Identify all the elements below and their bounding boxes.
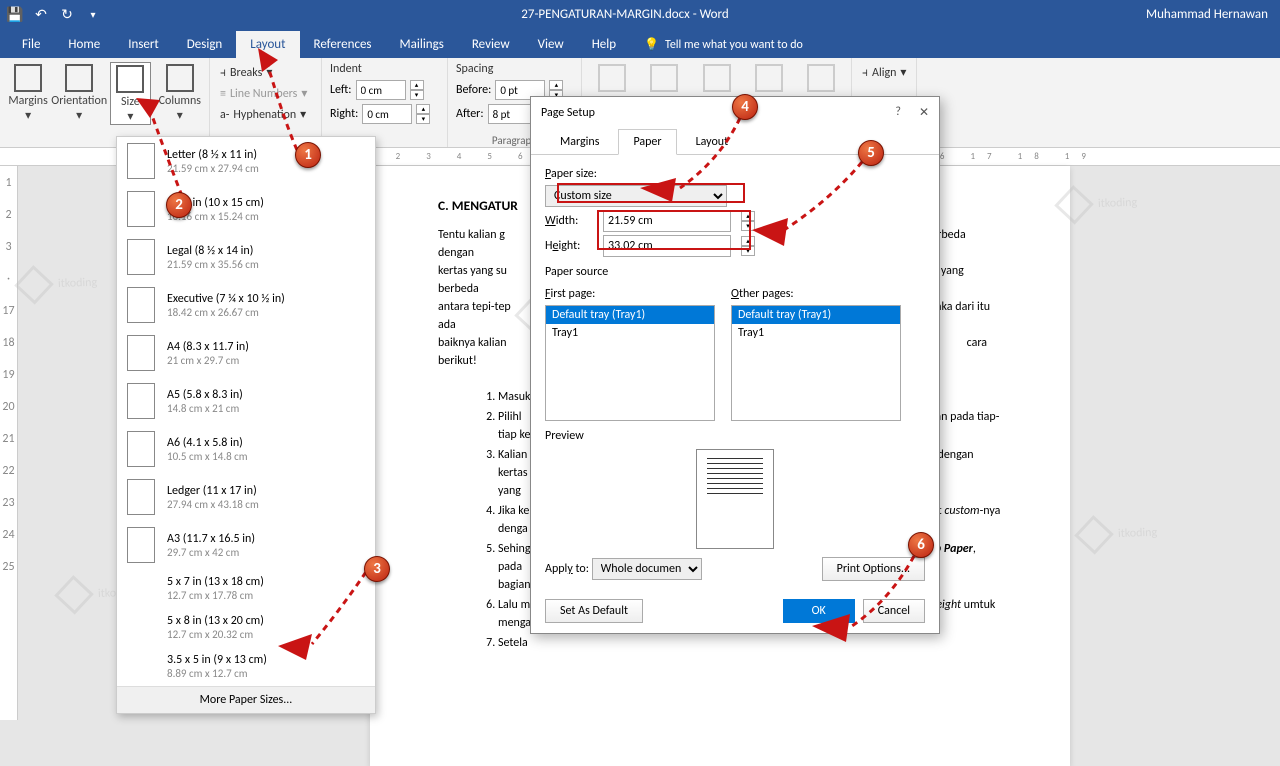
height-input[interactable] (603, 235, 731, 257)
qat-more-icon[interactable]: ▾ (82, 3, 104, 25)
paper-size-label: Paper size: (545, 167, 925, 181)
align-button[interactable]: ⫞ Align ▾ (860, 62, 908, 83)
tab-insert[interactable]: Insert (114, 31, 173, 58)
indent-right-label: Right: (330, 107, 358, 121)
spacing-label: Spacing (456, 62, 573, 76)
selection-pane-button[interactable] (799, 62, 843, 94)
indent-left-input[interactable] (356, 80, 406, 100)
bulb-icon: 💡 (644, 37, 659, 52)
tell-me[interactable]: 💡Tell me what you want to do (630, 31, 817, 58)
width-label: Width: (545, 214, 593, 228)
size-option[interactable]: Ledger (11 x 17 in)27.94 cm x 43.18 cm (117, 473, 375, 521)
size-option[interactable]: A6 (4.1 x 5.8 in)10.5 cm x 14.8 cm (117, 425, 375, 473)
save-icon[interactable]: 💾 (4, 3, 26, 25)
ok-button[interactable]: OK (783, 599, 855, 623)
size-option[interactable]: 5 x 7 in (13 x 18 cm)12.7 cm x 17.78 cm (117, 569, 375, 608)
tab-mailings[interactable]: Mailings (386, 31, 458, 58)
wrap-text-button[interactable] (642, 62, 686, 94)
other-pages-list[interactable]: Default tray (Tray1)Tray1 (731, 305, 901, 421)
tab-references[interactable]: References (300, 31, 386, 58)
undo-icon[interactable]: ↶ (30, 3, 52, 25)
cancel-button[interactable]: Cancel (863, 599, 925, 623)
indent-left-label: Left: (330, 83, 352, 97)
first-page-list[interactable]: Default tray (Tray1)Tray1 (545, 305, 715, 421)
paper-size-select[interactable]: Custom size (545, 185, 727, 207)
tab-view[interactable]: View (524, 31, 578, 58)
callout-1: 1 (295, 142, 321, 168)
line-numbers-button[interactable]: ≡ Line Numbers ▾ (218, 83, 313, 104)
callout-2: 2 (166, 192, 192, 218)
callout-5: 5 (858, 140, 884, 166)
spin-down-icon[interactable]: ▾ (410, 90, 424, 100)
size-option[interactable]: 5 x 8 in (13 x 20 cm)12.7 cm x 20.32 cm (117, 608, 375, 647)
tab-design[interactable]: Design (173, 31, 236, 58)
paper-source-label: Paper source (545, 265, 925, 279)
height-label: Height: (545, 239, 593, 253)
hyphenation-button[interactable]: a- Hyphenation ▾ (218, 104, 313, 125)
size-option[interactable]: Letter (8 ½ x 11 in)21.59 cm x 27.94 cm (117, 137, 375, 185)
tab-file[interactable]: File (8, 31, 54, 58)
help-icon[interactable]: ? (895, 105, 901, 120)
bring-forward-button[interactable] (694, 62, 738, 94)
apply-to-select[interactable]: Whole document (592, 558, 702, 580)
position-button[interactable] (590, 62, 634, 94)
dlg-tab-margins[interactable]: Margins (545, 129, 614, 155)
columns-button[interactable]: Columns▾ (159, 62, 201, 123)
size-button[interactable]: Size▾ (110, 62, 150, 125)
size-option[interactable]: A4 (8.3 x 11.7 in)21 cm x 29.7 cm (117, 329, 375, 377)
other-pages-label: Other pages: (731, 287, 901, 301)
set-default-button[interactable]: Set As Default (545, 599, 643, 623)
close-icon[interactable]: ✕ (919, 105, 929, 120)
dialog-title: Page Setup (541, 106, 595, 120)
print-options-button[interactable]: Print Options... (822, 557, 925, 581)
callout-4: 4 (732, 94, 758, 120)
indent-right-input[interactable] (362, 104, 412, 124)
size-option[interactable]: A3 (11.7 x 16.5 in)29.7 cm x 42 cm (117, 521, 375, 569)
more-paper-sizes[interactable]: More Paper Sizes... (117, 686, 375, 713)
size-option[interactable]: Legal (8 ½ x 14 in)21.59 cm x 35.56 cm (117, 233, 375, 281)
size-option[interactable]: Executive (7 ¼ x 10 ½ in)18.42 cm x 26.6… (117, 281, 375, 329)
callout-3: 3 (364, 556, 390, 582)
dlg-tab-paper[interactable]: Paper (618, 129, 676, 155)
size-option[interactable]: 4 x 6 in (10 x 15 cm)10.16 cm x 15.24 cm (117, 185, 375, 233)
orientation-button[interactable]: Orientation▾ (56, 62, 102, 123)
tab-layout[interactable]: Layout (236, 31, 299, 58)
callout-6: 6 (908, 532, 934, 558)
page-setup-dialog: Page Setup ? ✕ Margins Paper Layout Paper… (530, 96, 940, 634)
breaks-button[interactable]: ⫞ Breaks ▾ (218, 62, 313, 83)
after-label: After: (456, 107, 484, 121)
tab-help[interactable]: Help (578, 31, 630, 58)
indent-label: Indent (330, 62, 439, 76)
margins-button[interactable]: Margins▾ (8, 62, 48, 123)
dlg-tab-layout[interactable]: Layout (681, 129, 744, 155)
send-backward-button[interactable] (747, 62, 791, 94)
tab-review[interactable]: Review (458, 31, 524, 58)
tab-home[interactable]: Home (54, 31, 114, 58)
size-option[interactable]: 3.5 x 5 in (9 x 13 cm)8.89 cm x 12.7 cm (117, 647, 375, 686)
before-label: Before: (456, 83, 491, 97)
paper-size-menu: Letter (8 ½ x 11 in)21.59 cm x 27.94 cm4… (116, 136, 376, 714)
redo-icon[interactable]: ↻ (56, 3, 78, 25)
apply-to-label: Apply to: (545, 562, 589, 576)
size-option[interactable]: A5 (5.8 x 8.3 in)14.8 cm x 21 cm (117, 377, 375, 425)
preview-image (696, 449, 774, 549)
first-page-label: First page: (545, 287, 715, 301)
vertical-ruler[interactable]: 123·171819202122232425 (0, 166, 18, 720)
spin-up-icon[interactable]: ▴ (410, 80, 424, 90)
current-user: Muhammad Hernawan (1146, 7, 1276, 22)
width-input[interactable] (603, 210, 731, 232)
document-title: 27-PENGATURAN-MARGIN.docx - Word (104, 7, 1146, 22)
preview-label: Preview (545, 429, 925, 443)
